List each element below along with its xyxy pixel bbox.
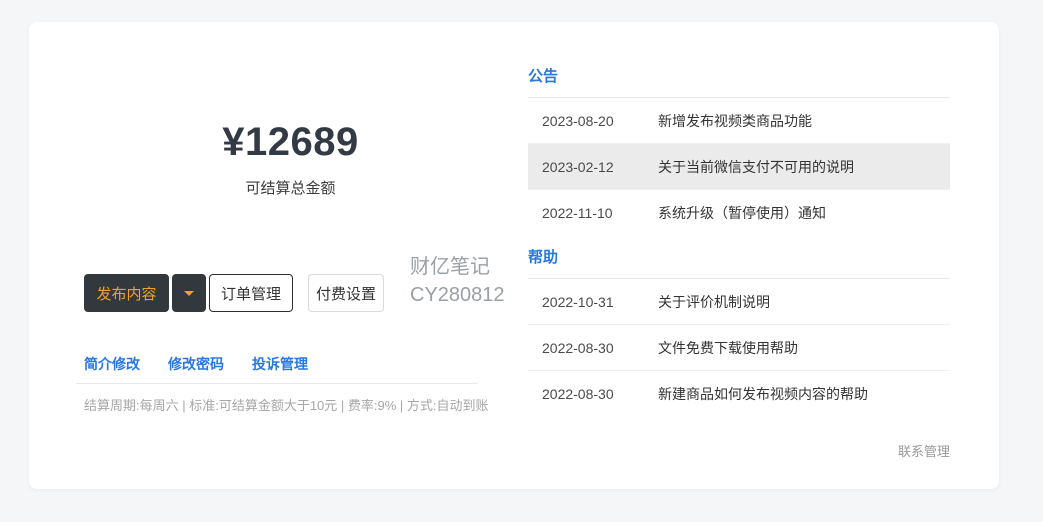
chevron-down-icon — [184, 291, 194, 296]
announcement-title: 系统升级（暂停使用）通知 — [658, 203, 826, 223]
help-date: 2022-08-30 — [542, 340, 658, 356]
help-section: 帮助 2022-10-31 关于评价机制说明 2022-08-30 文件免费下载… — [528, 247, 950, 417]
info-panel: 公告 2023-08-20 新增发布视频类商品功能 2023-02-12 关于当… — [528, 22, 950, 461]
announcements-section: 公告 2023-08-20 新增发布视频类商品功能 2023-02-12 关于当… — [528, 66, 950, 236]
dashboard-card: ¥12689 可结算总金额 发布内容 订单管理 付费设置 财亿笔记 CY2808… — [29, 22, 999, 489]
announcement-row[interactable]: 2023-02-12 关于当前微信支付不可用的说明 — [528, 144, 950, 190]
settlement-amount: ¥12689 — [84, 120, 497, 164]
help-row[interactable]: 2022-08-30 文件免费下载使用帮助 — [528, 325, 950, 371]
announcement-date: 2023-02-12 — [542, 159, 658, 175]
watermark-code: CY280812 — [410, 281, 505, 309]
watermark-brand: 财亿笔记 — [410, 253, 505, 281]
watermark: 财亿笔记 CY280812 — [410, 253, 505, 309]
contact-admin-link[interactable]: 联系管理 — [528, 443, 950, 461]
link-profile-edit[interactable]: 简介修改 — [84, 354, 140, 374]
announcements-title: 公告 — [528, 66, 950, 98]
announcement-row[interactable]: 2022-11-10 系统升级（暂停使用）通知 — [528, 190, 950, 236]
help-date: 2022-08-30 — [542, 386, 658, 402]
help-title-text: 新建商品如何发布视频内容的帮助 — [658, 384, 868, 404]
announcement-title: 关于当前微信支付不可用的说明 — [658, 157, 854, 177]
announcement-date: 2023-08-20 — [542, 113, 658, 129]
announcement-date: 2022-11-10 — [542, 205, 658, 221]
announcement-title: 新增发布视频类商品功能 — [658, 111, 812, 131]
announcement-row[interactable]: 2023-08-20 新增发布视频类商品功能 — [528, 98, 950, 144]
publish-content-button[interactable]: 发布内容 — [84, 274, 169, 312]
help-title-text: 文件免费下载使用帮助 — [658, 338, 798, 358]
link-complaint-management[interactable]: 投诉管理 — [252, 354, 308, 374]
publish-dropdown-toggle[interactable] — [172, 274, 206, 312]
announcements-list: 2023-08-20 新增发布视频类商品功能 2023-02-12 关于当前微信… — [528, 98, 950, 236]
divider — [76, 383, 478, 384]
settlement-terms: 结算周期:每周六 | 标准:可结算金额大于10元 | 费率:9% | 方式:自动… — [84, 397, 504, 414]
link-change-password[interactable]: 修改密码 — [168, 354, 224, 374]
action-button-row: 发布内容 订单管理 付费设置 — [84, 274, 384, 312]
settlement-amount-label: 可结算总金额 — [84, 179, 497, 199]
help-title-text: 关于评价机制说明 — [658, 292, 770, 312]
quick-links: 简介修改 修改密码 投诉管理 — [84, 354, 308, 374]
help-row[interactable]: 2022-10-31 关于评价机制说明 — [528, 279, 950, 325]
payment-settings-button[interactable]: 付费设置 — [308, 274, 384, 312]
help-title: 帮助 — [528, 247, 950, 279]
order-management-button[interactable]: 订单管理 — [209, 274, 293, 312]
settlement-panel: ¥12689 可结算总金额 发布内容 订单管理 付费设置 财亿笔记 CY2808… — [84, 22, 497, 489]
help-date: 2022-10-31 — [542, 294, 658, 310]
help-row[interactable]: 2022-08-30 新建商品如何发布视频内容的帮助 — [528, 371, 950, 417]
help-list: 2022-10-31 关于评价机制说明 2022-08-30 文件免费下载使用帮… — [528, 279, 950, 417]
